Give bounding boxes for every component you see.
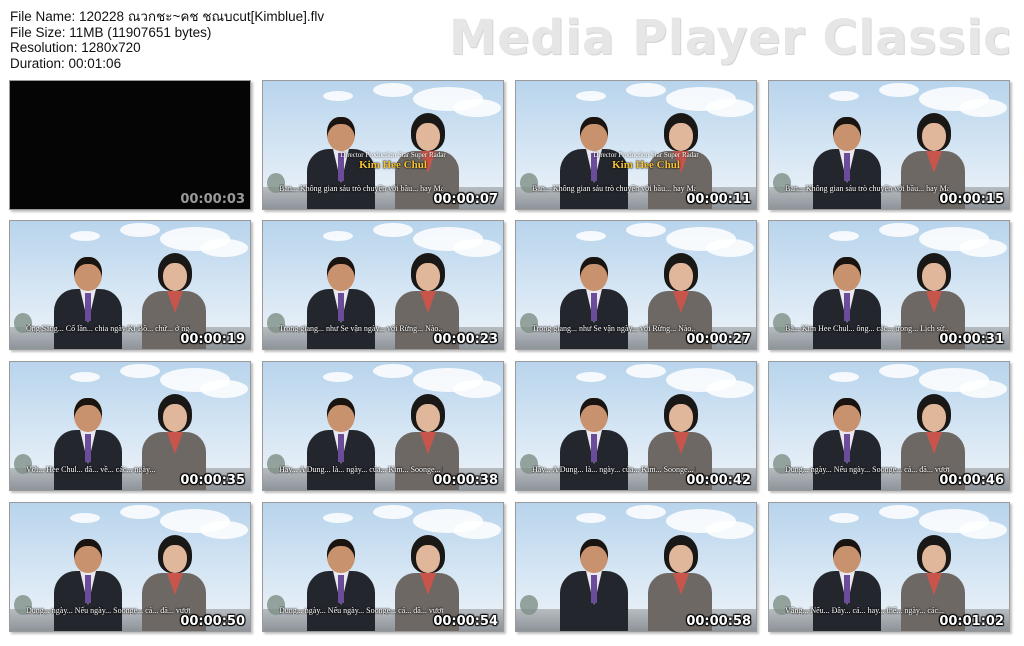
video-thumbnail: Dung... ngày... Nếu ngày... Soonge... cả… — [262, 502, 504, 632]
cloud — [576, 231, 606, 241]
man-figure — [305, 394, 377, 490]
subtitle-text: Ông Sáng... Cố lần... chia ngày Ki Bồ...… — [26, 324, 190, 333]
timestamp: 00:00:35 — [180, 473, 245, 488]
video-thumbnail: Bà... Kim Hee Chul... ông... các... tron… — [768, 220, 1010, 350]
cloud — [323, 91, 353, 101]
subtitle-text: Trong giang... như Se vận ngày... với Rừ… — [279, 324, 443, 333]
subtitle-text: Trong giang... như Se vận ngày... với Rừ… — [532, 324, 696, 333]
subtitle-text: Hãy... A Dung... là... ngày... của... Ki… — [532, 465, 696, 474]
cloud — [70, 231, 100, 241]
video-thumbnail: Trong giang... như Se vận ngày... với Rừ… — [262, 220, 504, 350]
timestamp: 00:00:27 — [686, 332, 751, 347]
man-figure — [811, 535, 883, 631]
man-figure — [811, 394, 883, 490]
name-caption: Director Production Star Super Radar Kim … — [556, 151, 736, 171]
subtitle-text: Vâng... Nếu... Đây... cả... hay... thể..… — [785, 606, 945, 615]
man-figure — [558, 394, 630, 490]
cloud — [323, 231, 353, 241]
cloud — [120, 223, 160, 237]
video-thumbnail: Dung... ngày... Nếu ngày... Soonge... cả… — [9, 502, 251, 632]
cloud — [879, 83, 919, 97]
cloud — [323, 513, 353, 523]
timestamp: 00:00:31 — [939, 332, 1004, 347]
video-thumbnail: Hãy... A Dung... là... ngày... của... Ki… — [515, 361, 757, 491]
cloud — [626, 364, 666, 378]
video-thumbnail: Ông Sáng... Cố lần... chia ngày Ki Bồ...… — [9, 220, 251, 350]
cloud — [576, 372, 606, 382]
name-caption: Director Production Star Super Radar Kim … — [303, 151, 483, 171]
cloud — [829, 372, 859, 382]
cloud — [829, 513, 859, 523]
cloud — [323, 372, 353, 382]
cloud — [879, 223, 919, 237]
subtitle-text: Dung... ngày... Nếu ngày... Soonge... cả… — [279, 606, 443, 615]
timestamp: 00:00:58 — [686, 614, 751, 629]
subtitle-text: Ban... Không gian sáu trò chuyện với bầu… — [785, 184, 949, 193]
video-thumbnail: 00:00:58 — [515, 502, 757, 632]
video-thumbnail: Director Production Star Super Radar Kim … — [262, 80, 504, 210]
caption-name: Kim Hee Chul — [359, 159, 427, 171]
thumbnail-grid: 00:00:03 Director Production Star Super R… — [0, 0, 1024, 646]
video-thumbnail: Trong giang... như Se vận ngày... với Rừ… — [515, 220, 757, 350]
subtitle-text: Hãy... A Dung... là... ngày... của... Ki… — [279, 465, 443, 474]
subtitle-text: Với... Hee Chul... đã... về... các... ng… — [26, 465, 156, 474]
man-figure — [305, 535, 377, 631]
man-figure — [558, 535, 630, 631]
timestamp: 00:00:38 — [433, 473, 498, 488]
man-figure — [52, 253, 124, 349]
cloud — [829, 91, 859, 101]
cloud — [576, 91, 606, 101]
timestamp: 00:00:46 — [939, 473, 1004, 488]
cloud — [120, 505, 160, 519]
man-figure — [558, 253, 630, 349]
cloud — [373, 505, 413, 519]
subtitle-text: Dung... ngày... Nếu ngày... Soonge... cả… — [785, 465, 949, 474]
timestamp: 00:00:11 — [686, 192, 751, 207]
caption-name: Kim Hee Chul — [612, 159, 680, 171]
tree — [520, 595, 538, 615]
video-thumbnail: Director Production Star Super Radar Kim … — [515, 80, 757, 210]
subtitle-text: Ban... Không gian sáu trò chuyện với bầu… — [279, 184, 443, 193]
man-figure — [52, 535, 124, 631]
man-figure — [811, 113, 883, 209]
cloud — [70, 372, 100, 382]
timestamp: 00:01:02 — [939, 614, 1004, 629]
cloud — [373, 364, 413, 378]
timestamp: 00:00:50 — [180, 614, 245, 629]
cloud — [626, 223, 666, 237]
cloud — [373, 83, 413, 97]
cloud — [829, 231, 859, 241]
caption-role: Director Production Star Super Radar — [593, 151, 699, 159]
cloud — [576, 513, 606, 523]
timestamp: 00:00:19 — [180, 332, 245, 347]
subtitle-text: Ban... Không gian sáu trò chuyện với bầu… — [532, 184, 696, 193]
timestamp: 00:00:23 — [433, 332, 498, 347]
timestamp: 00:00:54 — [433, 614, 498, 629]
video-thumbnail: Với... Hee Chul... đã... về... các... ng… — [9, 361, 251, 491]
cloud — [626, 83, 666, 97]
cloud — [626, 505, 666, 519]
man-figure — [52, 394, 124, 490]
cloud — [120, 364, 160, 378]
man-figure — [305, 253, 377, 349]
timestamp: 00:00:07 — [433, 192, 498, 207]
man-figure — [811, 253, 883, 349]
timestamp: 00:00:42 — [686, 473, 751, 488]
video-thumbnail: Vâng... Nếu... Đây... cả... hay... thể..… — [768, 502, 1010, 632]
timestamp: 00:00:03 — [180, 192, 245, 207]
cloud — [879, 505, 919, 519]
cloud — [70, 513, 100, 523]
cloud — [879, 364, 919, 378]
video-thumbnail: 00:00:03 — [9, 80, 251, 210]
subtitle-text: Dung... ngày... Nếu ngày... Soonge... cả… — [26, 606, 190, 615]
subtitle-text: Bà... Kim Hee Chul... ông... các... tron… — [785, 324, 949, 333]
video-thumbnail: Ban... Không gian sáu trò chuyện với bầu… — [768, 80, 1010, 210]
cloud — [373, 223, 413, 237]
timestamp: 00:00:15 — [939, 192, 1004, 207]
video-thumbnail: Dung... ngày... Nếu ngày... Soonge... cả… — [768, 361, 1010, 491]
video-thumbnail: Hãy... A Dung... là... ngày... của... Ki… — [262, 361, 504, 491]
caption-role: Director Production Star Super Radar — [340, 151, 446, 159]
